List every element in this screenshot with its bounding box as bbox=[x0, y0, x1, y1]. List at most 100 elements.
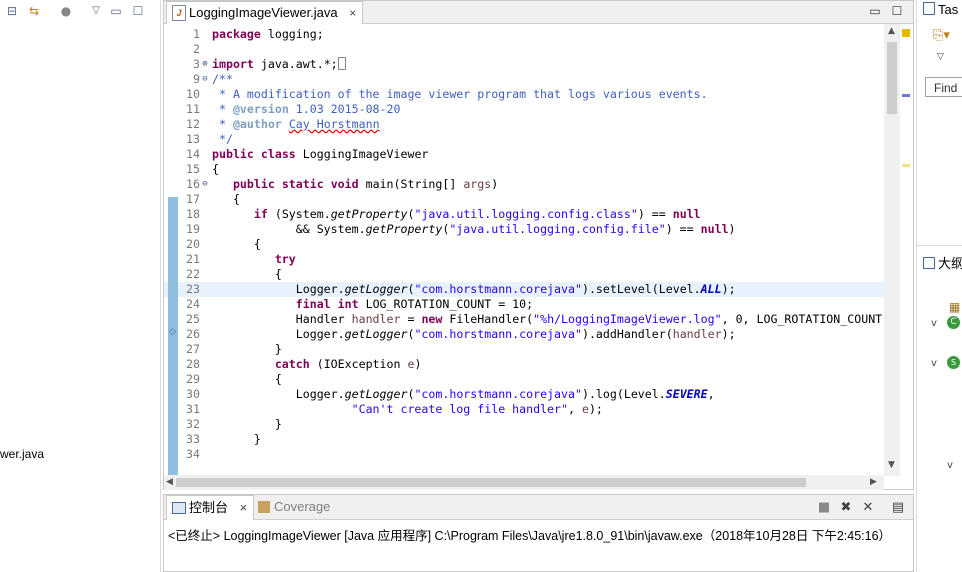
code-line[interactable]: 19 && System.getProperty("java.util.logg… bbox=[164, 222, 884, 237]
coverage-tab-label: Coverage bbox=[274, 499, 331, 514]
code-line[interactable]: 20 { bbox=[164, 237, 884, 252]
view-menu-icon[interactable]: ▽ bbox=[88, 3, 104, 19]
tree-item-file[interactable]: wer.java bbox=[0, 447, 44, 461]
code-text: { bbox=[212, 372, 282, 387]
code-token: , bbox=[568, 402, 582, 416]
code-line[interactable]: 25 Handler handler = new FileHandler("%h… bbox=[164, 312, 884, 327]
outline-icon bbox=[923, 257, 935, 269]
code-line[interactable]: 24 final int LOG_ROTATION_COUNT = 10; bbox=[164, 297, 884, 312]
code-line[interactable]: 10 * A modification of the image viewer … bbox=[164, 87, 884, 102]
overview-occurrence-marker[interactable] bbox=[902, 94, 910, 97]
overview-task-marker[interactable] bbox=[902, 164, 910, 167]
find-input[interactable]: Find bbox=[925, 77, 962, 97]
coverage-tab[interactable]: Coverage bbox=[256, 495, 330, 519]
code-token: } bbox=[212, 342, 282, 356]
code-text: Logger.getLogger("com.horstmann.corejava… bbox=[212, 327, 736, 342]
line-number: 9 bbox=[193, 72, 200, 86]
remove-all-terminated-icon[interactable]: ✕ bbox=[860, 500, 876, 516]
package-icon: ▦ bbox=[949, 300, 961, 314]
code-line[interactable]: 12 * @author Cay Horstmann bbox=[164, 117, 884, 132]
code-token: ) == bbox=[637, 207, 673, 221]
code-token: "Can't create log file handler" bbox=[351, 402, 568, 416]
maximize-icon[interactable]: ☐ bbox=[130, 3, 146, 19]
code-line[interactable]: 22 { bbox=[164, 267, 884, 282]
code-line[interactable]: 13 */ bbox=[164, 132, 884, 147]
code-line[interactable]: 9 ⊖/** bbox=[164, 72, 884, 87]
vertical-scroll-thumb[interactable] bbox=[887, 42, 897, 114]
chevron-down-icon[interactable]: v bbox=[931, 358, 937, 369]
breakpoint-marker-icon[interactable]: ◇ bbox=[169, 327, 176, 337]
code-line[interactable]: 28 catch (IOException e) bbox=[164, 357, 884, 372]
close-tab-icon[interactable]: × bbox=[240, 500, 248, 515]
code-token: ); bbox=[588, 402, 603, 416]
new-task-icon[interactable]: ⎘▾ bbox=[933, 28, 950, 43]
code-line[interactable]: 27 } bbox=[164, 342, 884, 357]
code-line[interactable]: 33 } bbox=[164, 432, 884, 447]
maximize-icon[interactable]: ☐ bbox=[890, 4, 904, 18]
code-text: Logger.getLogger("com.horstmann.corejava… bbox=[212, 387, 715, 402]
terminate-icon[interactable]: ■ bbox=[816, 500, 832, 516]
editor-tab[interactable]: J LoggingImageViewer.java × bbox=[166, 1, 364, 24]
scroll-down-icon[interactable]: ▼ bbox=[888, 460, 895, 470]
code-text: import java.awt.*; bbox=[212, 57, 346, 72]
collapse-fold-icon[interactable]: ⊖ bbox=[200, 72, 210, 87]
link-with-editor-icon[interactable]: ⇆ bbox=[26, 3, 42, 19]
horizontal-scrollbar[interactable]: ◀ ▶ bbox=[164, 475, 884, 490]
code-line[interactable]: 31 "Can't create log file handler", e); bbox=[164, 402, 884, 417]
chevron-down-icon[interactable]: v bbox=[931, 318, 937, 329]
code-text: { bbox=[212, 162, 219, 177]
collapse-all-icon[interactable]: ⊟ bbox=[4, 3, 20, 19]
remove-launch-icon[interactable]: ✖ bbox=[838, 500, 854, 516]
console-panel: 控制台 × Coverage ■ ✖ ✕ ▤ <已终止> LoggingImag… bbox=[163, 494, 914, 572]
code-line[interactable]: 2 bbox=[164, 42, 884, 57]
overview-warning-marker[interactable] bbox=[902, 29, 910, 37]
minimize-icon[interactable]: ▭ bbox=[108, 3, 124, 19]
line-number: 13 bbox=[186, 132, 200, 146]
overview-ruler[interactable] bbox=[900, 24, 913, 476]
code-area[interactable]: 1 package logging; 2 3 ⊕ import java.awt.*; 9 ⊖… bbox=[164, 24, 884, 476]
code-line[interactable]: 17 { bbox=[164, 192, 884, 207]
code-line[interactable]: 11 * @version 1.03 2015-08-20 bbox=[164, 102, 884, 117]
code-line[interactable]: 15 { bbox=[164, 162, 884, 177]
code-token: Handler bbox=[212, 312, 352, 326]
code-text: * @author Cay Horstmann bbox=[212, 117, 380, 132]
code-line[interactable]: 21 try bbox=[164, 252, 884, 267]
console-tab[interactable]: 控制台 × bbox=[166, 495, 255, 520]
code-line[interactable]: 29 { bbox=[164, 372, 884, 387]
code-line[interactable]: 16 ⊖ public static void main(String[] arg… bbox=[164, 177, 884, 192]
outline-tab[interactable]: 大纲 bbox=[923, 253, 962, 272]
line-number: 16 bbox=[186, 177, 200, 191]
view-menu-icon[interactable]: ▽ bbox=[937, 52, 944, 62]
scroll-right-icon[interactable]: ▶ bbox=[870, 477, 877, 487]
code-token: FileHandler( bbox=[442, 312, 534, 326]
scroll-left-icon[interactable]: ◀ bbox=[166, 477, 173, 487]
code-token: public bbox=[232, 177, 275, 191]
chevron-down-icon[interactable]: v bbox=[947, 460, 953, 471]
code-line[interactable]: 34 bbox=[164, 447, 884, 462]
code-token: Logger. bbox=[212, 387, 345, 401]
collapse-fold-icon[interactable]: ⊖ bbox=[200, 177, 210, 192]
code-line[interactable]: 1 package logging; bbox=[164, 27, 884, 42]
vertical-scrollbar[interactable]: ▲ ▼ bbox=[884, 24, 900, 476]
code-text: && System.getProperty("java.util.logging… bbox=[212, 222, 736, 237]
code-text: Handler handler = new FileHandler("%h/Lo… bbox=[212, 312, 882, 327]
code-line[interactable]: 26 Logger.getLogger("com.horstmann.corej… bbox=[164, 327, 884, 342]
expand-fold-icon[interactable]: ⊕ bbox=[200, 57, 210, 72]
horizontal-scroll-thumb[interactable] bbox=[176, 478, 806, 487]
code-line[interactable]: 3 ⊕ import java.awt.*; bbox=[164, 57, 884, 72]
line-number: 14 bbox=[186, 147, 200, 161]
scroll-up-icon[interactable]: ▲ bbox=[888, 26, 895, 36]
close-tab-icon[interactable]: × bbox=[349, 6, 356, 20]
code-line[interactable]: 23 Logger.getLogger("com.horstmann.corej… bbox=[164, 282, 884, 297]
code-line[interactable]: 30 Logger.getLogger("com.horstmann.corej… bbox=[164, 387, 884, 402]
code-line[interactable]: 18 if (System.getProperty("java.util.log… bbox=[164, 207, 884, 222]
code-text: if (System.getProperty("java.util.loggin… bbox=[212, 207, 701, 222]
focus-icon[interactable]: ● bbox=[58, 3, 74, 19]
code-line[interactable]: 32 } bbox=[164, 417, 884, 432]
minimize-icon[interactable]: ▭ bbox=[868, 4, 882, 18]
clear-console-icon[interactable]: ▤ bbox=[890, 500, 906, 516]
code-line[interactable]: 14 public class LoggingImageViewer bbox=[164, 147, 884, 162]
code-text: Logger.getLogger("com.horstmann.corejava… bbox=[212, 282, 736, 297]
code-token: java.awt.*; bbox=[253, 57, 338, 71]
task-list-tab[interactable]: Tas bbox=[923, 2, 958, 17]
